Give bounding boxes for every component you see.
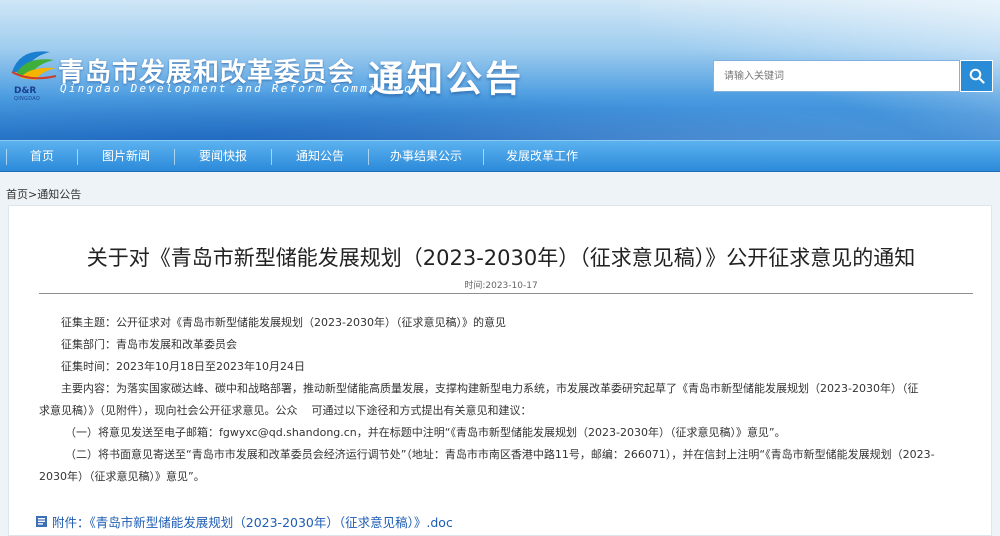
logo-text: D&R bbox=[14, 86, 37, 96]
attachment-text[interactable]: 附件：《青岛市新型储能发展规划（2023-2030年）（征求意见稿）》.doc bbox=[52, 512, 453, 531]
dept-row: 征集部门：青岛市发展和改革委员会 bbox=[39, 334, 965, 356]
search-input[interactable] bbox=[713, 60, 960, 92]
nav-item-news-bulletin[interactable]: 要闻快报 bbox=[175, 141, 271, 172]
main-nav: 首页 图片新闻 要闻快报 通知公告 办事结果公示 发展改革工作 bbox=[0, 140, 1000, 172]
breadcrumb-separator: > bbox=[28, 188, 38, 201]
document-icon bbox=[36, 516, 47, 527]
title-divider bbox=[39, 293, 973, 294]
article-date: 时间:2023-10-17 bbox=[464, 281, 538, 291]
dept-value: 青岛市发展和改革委员会 bbox=[116, 338, 237, 351]
nav-item-results[interactable]: 办事结果公示 bbox=[369, 141, 483, 172]
method-item-1: （一）将意见发送至电子邮箱：fgwyxc@qd.shandong.cn，并在标题… bbox=[65, 426, 786, 439]
content-value-line2: 求意见稿）》（见附件），现向社会公开征求意见。公众 可通过以下途径和方式提出有关… bbox=[39, 404, 532, 417]
section-title: 通知公告 bbox=[368, 59, 525, 100]
attachment-link[interactable]: 附件：《青岛市新型储能发展规划（2023-2030年）（征求意见稿）》.doc bbox=[35, 512, 453, 531]
article-body: 征集主题：公开征求对《青岛市新型储能发展规划（2023-2030年）（征求意见稿… bbox=[39, 312, 965, 488]
breadcrumb: 首页>通知公告 bbox=[6, 186, 81, 202]
content-value-line1: 为落实国家碳达峰、碳中和战略部署，推动新型储能高质量发展，支撑构建新型电力系统，… bbox=[116, 382, 919, 395]
breadcrumb-current[interactable]: 通知公告 bbox=[37, 188, 81, 201]
search-button[interactable] bbox=[960, 60, 993, 92]
theme-row: 征集主题：公开征求对《青岛市新型储能发展规划（2023-2030年）（征求意见稿… bbox=[39, 312, 965, 334]
method-item-2-line1: （二）将书面意见寄送至“青岛市市发展和改革委员会经济运行调节处”（地址：青岛市市… bbox=[65, 448, 935, 461]
theme-label: 征集主题： bbox=[61, 316, 116, 329]
period-row: 征集时间：2023年10月18日至2023年10月24日 bbox=[39, 356, 965, 378]
period-value: 2023年10月18日至2023年10月24日 bbox=[116, 360, 305, 373]
breadcrumb-home[interactable]: 首页 bbox=[6, 188, 28, 201]
article-title: 关于对《青岛市新型储能发展规划（2023-2030年）（征求意见稿）》公开征求意… bbox=[86, 246, 916, 270]
theme-value: 公开征求对《青岛市新型储能发展规划（2023-2030年）（征求意见稿）》的意见 bbox=[116, 316, 506, 329]
content-row: 主要内容：为落实国家碳达峰、碳中和战略部署，推动新型储能高质量发展，支撑构建新型… bbox=[39, 378, 965, 400]
content-label: 主要内容： bbox=[61, 382, 116, 395]
dept-label: 征集部门： bbox=[61, 338, 116, 351]
nav-item-notices[interactable]: 通知公告 bbox=[272, 141, 368, 172]
method-item-2-line2: 2030年）（征求意见稿）》意见”。 bbox=[39, 470, 205, 483]
logo-subtext: QINGDAO bbox=[14, 96, 41, 102]
search-icon bbox=[969, 68, 985, 84]
period-label: 征集时间： bbox=[61, 360, 116, 373]
nav-item-photo-news[interactable]: 图片新闻 bbox=[78, 141, 174, 172]
article-panel: 关于对《青岛市新型储能发展规划（2023-2030年）（征求意见稿）》公开征求意… bbox=[8, 205, 992, 536]
nav-item-reform-work[interactable]: 发展改革工作 bbox=[484, 141, 600, 172]
nav-item-home[interactable]: 首页 bbox=[7, 141, 77, 172]
